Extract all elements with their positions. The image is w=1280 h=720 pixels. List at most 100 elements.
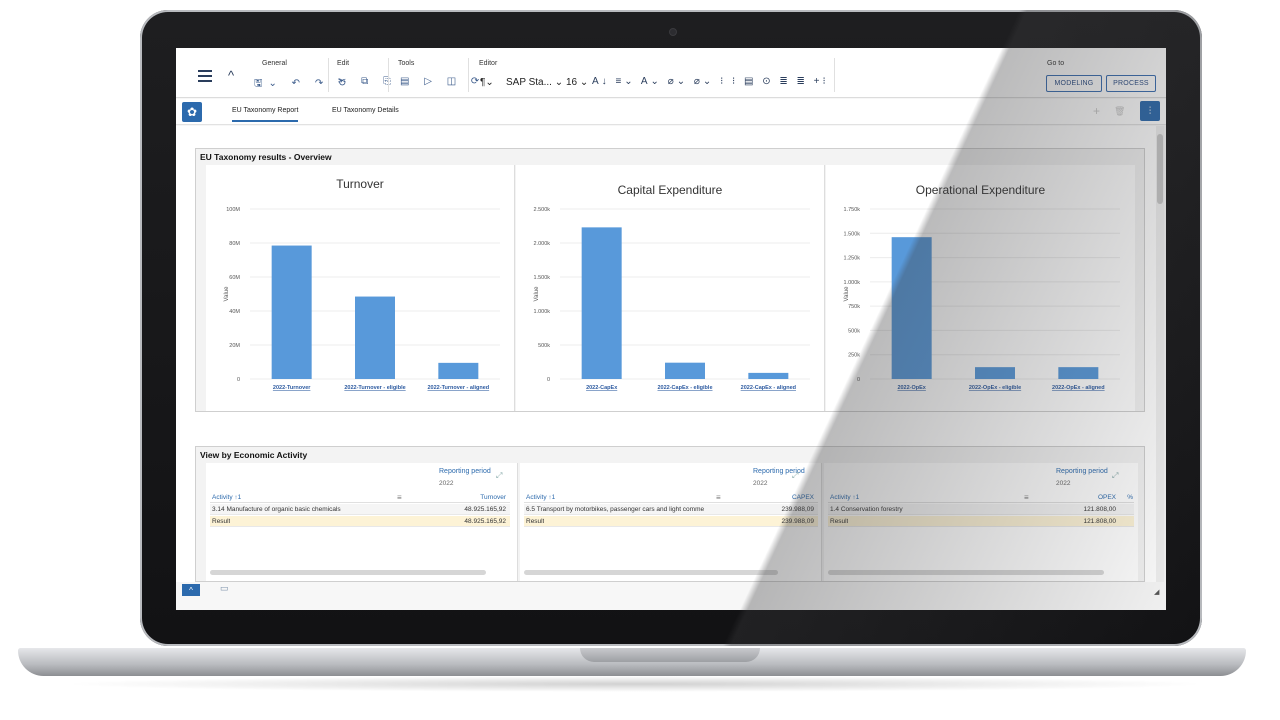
activity-column-header[interactable]: Activity ↑1 bbox=[212, 494, 241, 501]
result-row[interactable]: Result 48.925.165,92 bbox=[210, 516, 510, 527]
group-label-general: General bbox=[262, 60, 287, 67]
table-row[interactable]: 3.14 Manufacture of organic basic chemic… bbox=[210, 504, 510, 515]
modeling-button[interactable]: MODELING bbox=[1046, 75, 1102, 92]
y-tick-label: 500k bbox=[538, 343, 550, 349]
y-tick-label: 20M bbox=[229, 343, 240, 349]
font-size-dropdown[interactable]: 16 ⌄ bbox=[566, 77, 588, 88]
expand-icon[interactable]: ⤢ bbox=[496, 471, 502, 481]
result-value: 121.808,00 bbox=[1083, 518, 1116, 525]
bar bbox=[975, 367, 1015, 379]
chart-svg: 0 500k 1.000k 1.500k 2.000k 2.500k Value 2022-C… bbox=[533, 207, 810, 391]
font-size-value: 16 bbox=[566, 77, 578, 88]
x-category-label: 2022-Turnover bbox=[273, 385, 311, 391]
result-row[interactable]: Result 239.988,09 bbox=[524, 516, 818, 527]
turnover-table[interactable]: Reporting period 2022 ⤢ Activity ↑1 ≡ Tu… bbox=[206, 463, 518, 581]
y-tick-label: 0 bbox=[857, 377, 860, 383]
y-tick-label: 0 bbox=[237, 377, 240, 383]
table-row[interactable]: 1.4 Conservation forestry 121.808,00 bbox=[828, 504, 1134, 515]
y-tick-label: 1.500k bbox=[533, 275, 550, 281]
result-row[interactable]: Result 121.808,00 bbox=[828, 516, 1134, 527]
capex-chart[interactable]: Capital Expenditure 0 500k 1.000k 1.500k 2.0… bbox=[516, 165, 825, 411]
vertical-scrollbar-thumb[interactable] bbox=[1157, 134, 1163, 204]
y-tick-label: 1.000k bbox=[533, 309, 550, 315]
bar bbox=[665, 362, 705, 379]
y-tick-label: 100M bbox=[226, 207, 240, 213]
overview-panel-title: EU Taxonomy results - Overview bbox=[200, 152, 332, 162]
value-cell: 48.925.165,92 bbox=[464, 506, 506, 513]
result-value: 48.925.165,92 bbox=[464, 518, 506, 525]
y-tick-label: 1.500k bbox=[843, 231, 860, 237]
comment-icon[interactable]: ▭ bbox=[220, 583, 229, 594]
x-category-label: 2022-CapEx bbox=[586, 385, 618, 391]
tab-eu-taxonomy-report[interactable]: EU Taxonomy Report bbox=[232, 107, 299, 122]
trash-icon[interactable]: 🗑 bbox=[1114, 106, 1125, 117]
bar bbox=[891, 237, 932, 379]
y-tick-label: 2.500k bbox=[533, 207, 550, 213]
add-icon[interactable]: + bbox=[1093, 104, 1100, 118]
table-row[interactable]: 6.5 Transport by motorbikes, passenger c… bbox=[524, 504, 818, 515]
group-label-edit: Edit bbox=[337, 60, 350, 67]
bottom-bar: ^ ▭ ◢ bbox=[176, 582, 1166, 610]
chart-svg: 0 20M 40M 60M 80M 100M Value 2022-Turnover 2022-… bbox=[224, 207, 500, 391]
y-axis-label: Value bbox=[534, 286, 540, 302]
reporting-period-year: 2022 bbox=[439, 480, 454, 487]
activity-column-header[interactable]: Activity ↑1 bbox=[830, 494, 859, 501]
activity-cell: 6.5 Transport by motorbikes, passenger c… bbox=[526, 506, 705, 513]
value-cell: 121.808,00 bbox=[1083, 506, 1116, 513]
expand-up-icon[interactable]: ^ bbox=[182, 584, 200, 596]
toolbar-divider bbox=[468, 58, 469, 92]
result-label: Result bbox=[526, 518, 545, 525]
y-tick-label: 80M bbox=[229, 241, 240, 247]
measure-column-header[interactable]: CAPEX bbox=[792, 494, 814, 501]
tools-icons[interactable]: ▤ ▷ ◫ ⟳ bbox=[400, 76, 485, 87]
x-category-label: 2022-OpEx - aligned bbox=[1052, 385, 1105, 391]
opex-table[interactable]: Reporting period 2022 ⤢ Activity ↑1 ≡ OP… bbox=[824, 463, 1138, 581]
editor-formatting-icons[interactable]: A↓ ≡⌄ A⌄ ⌀⌄ ⌀⌄ ⁝ ⁝ ▤ ⊙ ≣ ≣ +⁝ bbox=[592, 76, 829, 87]
y-tick-label: 60M bbox=[229, 275, 240, 281]
y-tick-label: 1.750k bbox=[843, 207, 860, 213]
hamburger-menu-icon[interactable] bbox=[198, 70, 212, 82]
opex-chart[interactable]: Operational Expenditure 0 250k 500k 750k 1.0… bbox=[826, 165, 1135, 411]
y-tick-label: 1.000k bbox=[843, 280, 860, 286]
resize-handle-icon[interactable]: ◢ bbox=[1154, 588, 1159, 596]
paragraph-style-dropdown[interactable]: ¶⌄ bbox=[480, 77, 494, 88]
activity-cell: 3.14 Manufacture of organic basic chemic… bbox=[212, 506, 341, 513]
laptop-base-notch bbox=[580, 648, 760, 662]
toolbar-divider bbox=[834, 58, 835, 92]
measure-column-header[interactable]: OPEX bbox=[1098, 494, 1116, 501]
reporting-period-label: Reporting period bbox=[439, 468, 491, 475]
group-label-tools: Tools bbox=[398, 60, 415, 67]
palette-icon[interactable]: ✿ bbox=[182, 102, 202, 122]
horizontal-scrollbar[interactable] bbox=[210, 570, 486, 575]
y-tick-label: 1.250k bbox=[843, 256, 860, 262]
measure-column-header[interactable]: Turnover bbox=[480, 494, 506, 501]
table-header-row: Activity ↑1 ≡ Turnover bbox=[210, 492, 510, 503]
x-category-label: 2022-CapEx - aligned bbox=[741, 385, 796, 391]
bar bbox=[271, 245, 312, 379]
expand-icon[interactable]: ⤢ bbox=[1112, 471, 1118, 481]
turnover-chart[interactable]: Turnover 0 20M 40M 60M 80M 100M Value 2022-Turn… bbox=[206, 165, 515, 411]
font-family-value: SAP Sta... bbox=[506, 77, 552, 88]
tab-bar: ✿ EU Taxonomy Report EU Taxonomy Details… bbox=[176, 99, 1166, 125]
group-label-goto: Go to bbox=[1047, 60, 1065, 67]
expand-icon[interactable]: ⤢ bbox=[792, 471, 798, 481]
horizontal-scrollbar[interactable] bbox=[524, 570, 778, 575]
tab-eu-taxonomy-details[interactable]: EU Taxonomy Details bbox=[332, 107, 399, 114]
column-menu-icon[interactable]: ≡ bbox=[716, 493, 721, 502]
percent-column-header[interactable]: % bbox=[1127, 494, 1133, 501]
horizontal-scrollbar[interactable] bbox=[828, 570, 1104, 575]
result-value: 239.988,09 bbox=[781, 518, 814, 525]
x-category-label: 2022-OpEx bbox=[897, 385, 926, 391]
y-tick-label: 750k bbox=[848, 304, 860, 310]
column-menu-icon[interactable]: ≡ bbox=[397, 493, 402, 502]
settings-sliders-icon[interactable]: ⫶ bbox=[1140, 101, 1160, 121]
process-button[interactable]: PROCESS bbox=[1106, 75, 1156, 92]
font-family-dropdown[interactable]: SAP Sta... ⌄ bbox=[506, 77, 563, 88]
column-menu-icon[interactable]: ≡ bbox=[1024, 493, 1029, 502]
capex-table[interactable]: Reporting period 2022 ⤢ Activity ↑1 ≡ CA… bbox=[520, 463, 822, 581]
webcam bbox=[669, 28, 677, 36]
reporting-period-label: Reporting period bbox=[1056, 468, 1108, 475]
y-tick-label: 40M bbox=[229, 309, 240, 315]
chevron-up-icon[interactable]: ^ bbox=[228, 68, 234, 83]
activity-column-header[interactable]: Activity ↑1 bbox=[526, 494, 555, 501]
